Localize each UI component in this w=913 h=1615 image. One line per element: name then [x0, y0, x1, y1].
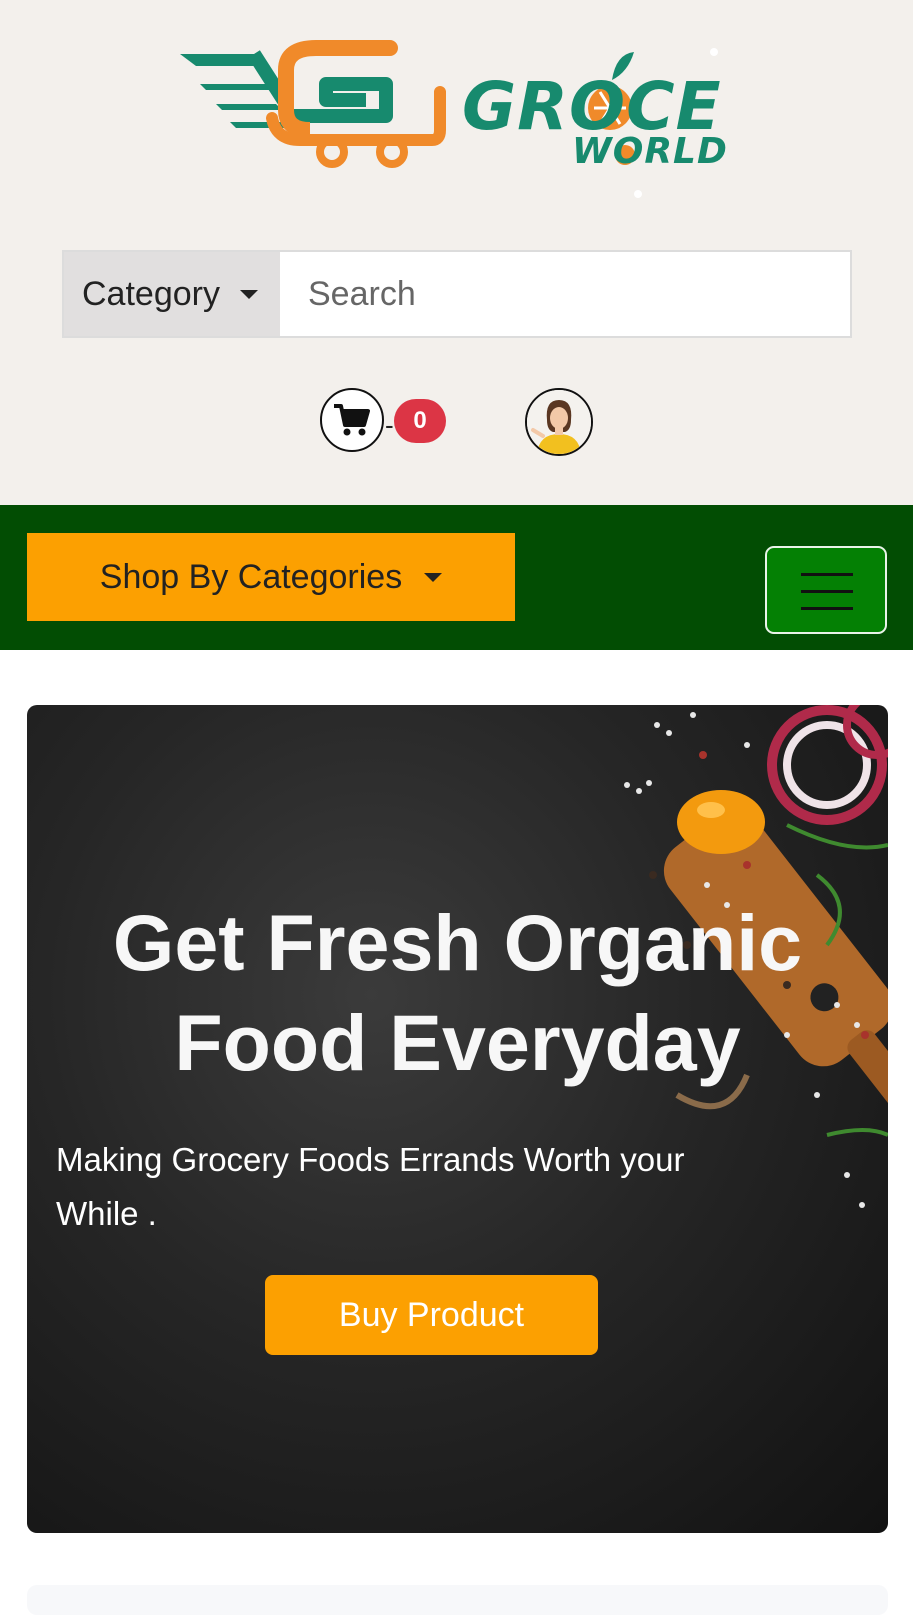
site-logo[interactable]: GROCE WORLD [176, 40, 736, 200]
buy-product-button[interactable]: Buy Product [265, 1275, 598, 1355]
shop-by-categories-label: Shop By Categories [99, 557, 403, 596]
hero-subtitle: Making Grocery Foods Errands Worth your … [56, 1141, 685, 1232]
category-dropdown[interactable]: Category [64, 252, 280, 336]
profile-avatar[interactable] [525, 388, 593, 456]
category-label: Category [82, 274, 220, 313]
hamburger-icon [801, 573, 853, 576]
next-section-card [27, 1585, 888, 1615]
logo-subtext: WORLD [572, 131, 728, 172]
search-input[interactable] [280, 252, 850, 336]
food-decoration-image [624, 705, 888, 1208]
cart-separator: - [385, 410, 394, 440]
shop-by-categories-button[interactable]: Shop By Categories [27, 533, 515, 621]
chevron-down-icon [239, 289, 258, 299]
main-navbar: Shop By Categories [0, 505, 913, 650]
user-avatar-icon [527, 390, 591, 454]
menu-toggle-button[interactable] [765, 546, 887, 634]
cart-button[interactable] [320, 388, 384, 452]
hero-banner: Get Fresh Organic Food Everyday Making G… [27, 705, 888, 1533]
hero-title: Get Fresh Organic Food Everyday [112, 898, 803, 1087]
shopping-cart-icon [334, 404, 370, 436]
search-bar: Category [62, 250, 852, 338]
chevron-down-icon [424, 572, 443, 582]
cart-count-badge: 0 [394, 399, 446, 443]
site-header: GROCE WORLD Category - 0 [0, 0, 913, 505]
